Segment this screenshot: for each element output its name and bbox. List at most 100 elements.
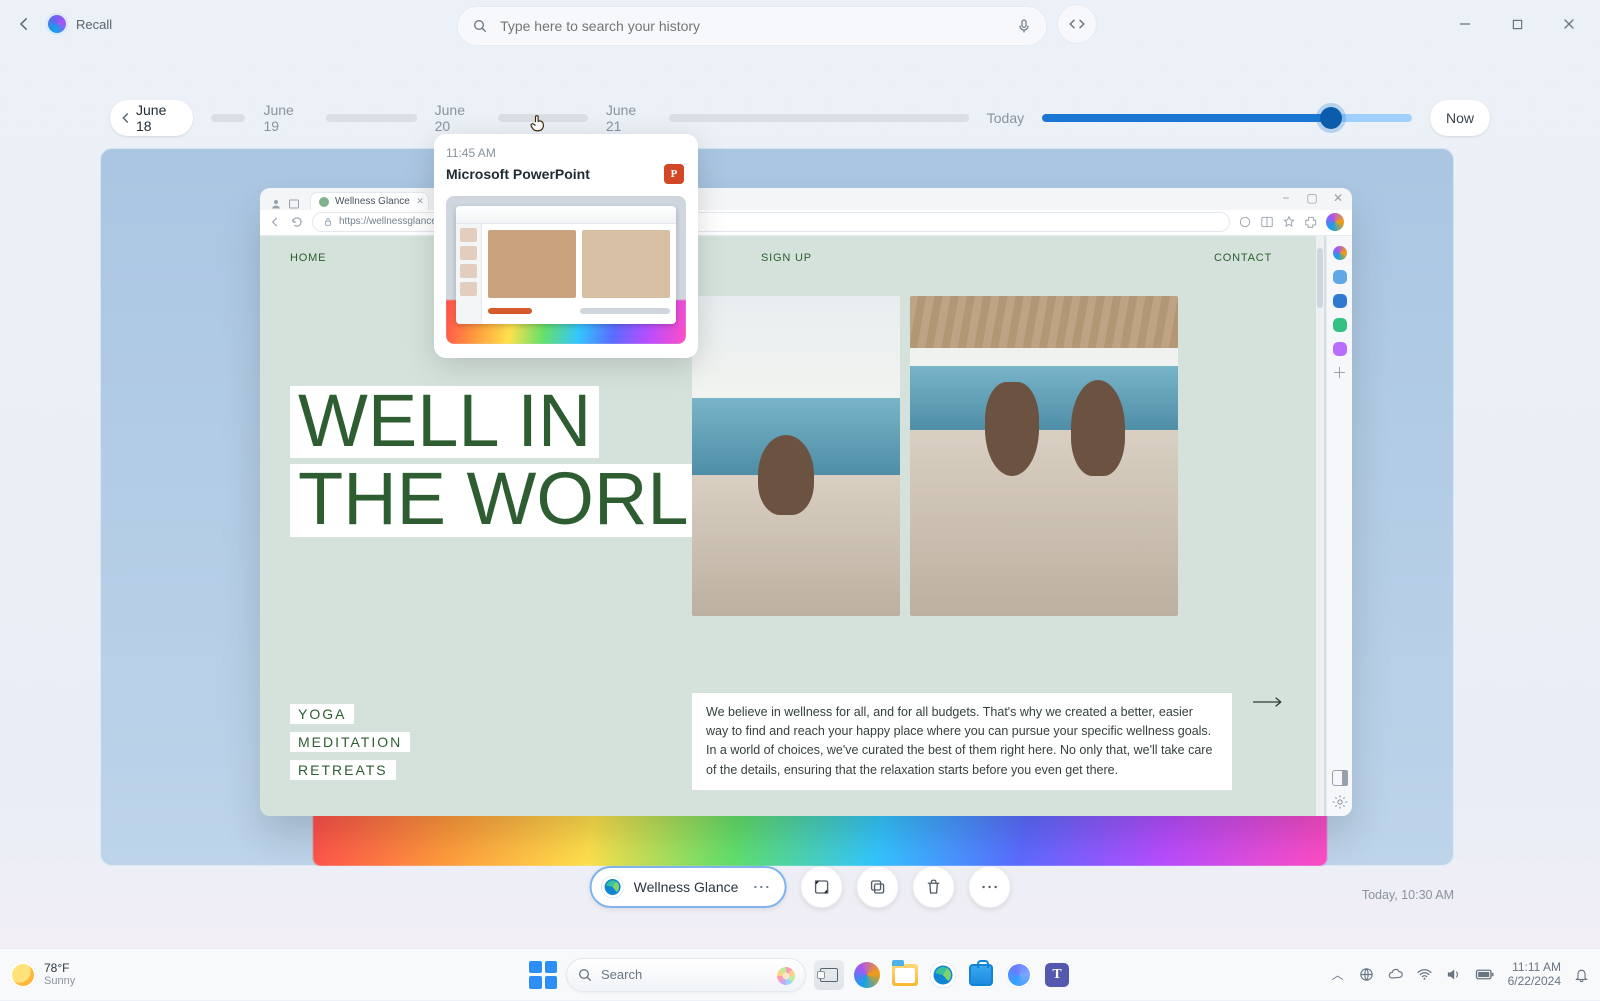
- site-nav-home: HOME: [290, 252, 326, 274]
- copy-button[interactable]: [856, 866, 898, 908]
- battery-icon[interactable]: [1474, 966, 1496, 983]
- scrollbar: [1316, 236, 1324, 816]
- dev-toggle-button[interactable]: [1057, 4, 1097, 44]
- timeline-now-button[interactable]: Now: [1430, 100, 1490, 136]
- copilot-icon: [1333, 246, 1347, 260]
- close-button[interactable]: [1546, 7, 1592, 41]
- history-search-input[interactable]: [498, 17, 1006, 35]
- timeline-segment[interactable]: [498, 114, 588, 122]
- timeline-hover-card[interactable]: 11:45 AM Microsoft PowerPoint P: [434, 134, 698, 358]
- minimize-button[interactable]: [1442, 7, 1488, 41]
- snapshot-frame: − ▢ ✕ Wellness Glance ✕ https://wellness…: [100, 148, 1454, 866]
- system-tray[interactable]: ︿ 11:11 AM 6/22/2024: [1330, 949, 1590, 1001]
- task-view-button[interactable]: [814, 960, 844, 990]
- notifications-icon[interactable]: [1573, 966, 1590, 983]
- timeline-date-1: June 19: [263, 102, 308, 134]
- search-icon: [577, 967, 593, 983]
- open-in-app-label: Wellness Glance: [634, 879, 739, 895]
- browser-toolbar-icons: [1238, 213, 1344, 231]
- timeline-date-2: June 20: [435, 102, 480, 134]
- hover-card-time: 11:45 AM: [446, 146, 686, 160]
- snapshot-timestamp: Today, 10:30 AM: [1362, 888, 1454, 902]
- timeline[interactable]: June 18 June 19 June 20 June 21 Today No…: [110, 96, 1490, 140]
- titlebar: Recall: [0, 0, 1600, 48]
- teams-taskbar-button[interactable]: [1042, 960, 1072, 990]
- recall-taskbar-button[interactable]: [1004, 960, 1034, 990]
- timeline-today-track[interactable]: [1042, 114, 1412, 122]
- timeline-segment[interactable]: [326, 114, 416, 122]
- window-controls: [1442, 7, 1592, 41]
- taskbar[interactable]: 78°F Sunny Search ︿ 11:11 AM 6/22/2024: [0, 948, 1600, 1000]
- back-button[interactable]: [4, 4, 44, 44]
- app-title: Recall: [76, 17, 112, 32]
- store-taskbar-button[interactable]: [966, 960, 996, 990]
- browser-address-bar: https://wellnessglance.com: [260, 210, 1352, 236]
- site-body: We believe in wellness for all, and for …: [692, 693, 1284, 791]
- sidebar-app-icon: [1333, 270, 1347, 284]
- open-in-app-button[interactable]: Wellness Glance ⋯: [590, 866, 787, 908]
- search-icon: [472, 18, 488, 34]
- captured-window-controls: − ▢ ✕: [1278, 190, 1346, 206]
- site-tags: YOGA MEDITATION RETREATS: [290, 704, 410, 780]
- more-actions-button[interactable]: [968, 866, 1010, 908]
- taskbar-weather[interactable]: 78°F Sunny: [10, 949, 75, 1001]
- site-tag: MEDITATION: [290, 732, 410, 752]
- wifi-icon[interactable]: [1416, 966, 1433, 983]
- max-icon: ▢: [1304, 190, 1320, 206]
- timeline-date-3: June 21: [606, 102, 651, 134]
- edge-sidebar-bottom: [1332, 770, 1348, 810]
- profile-icon: [266, 198, 304, 210]
- history-search[interactable]: [457, 6, 1047, 46]
- browser-tabstrip: Wellness Glance ✕: [260, 188, 1352, 210]
- timeline-date-chip[interactable]: June 18: [110, 100, 193, 136]
- screenshot-button[interactable]: [800, 866, 842, 908]
- delete-button[interactable]: [912, 866, 954, 908]
- captured-browser-window: − ▢ ✕ Wellness Glance ✕ https://wellness…: [260, 188, 1352, 816]
- copilot-taskbar-button[interactable]: [852, 960, 882, 990]
- arrow-right-icon: [1252, 695, 1284, 709]
- start-button[interactable]: [528, 960, 558, 990]
- volume-icon[interactable]: [1445, 966, 1462, 983]
- tray-overflow-icon[interactable]: ︿: [1330, 966, 1346, 983]
- tab-favicon-icon: [319, 197, 329, 207]
- settings-icon: [1332, 794, 1348, 810]
- taskbar-center: Search: [528, 958, 1072, 992]
- headline-line-1: WELL IN: [290, 386, 599, 458]
- close-icon: ✕: [1330, 190, 1346, 206]
- site-tag: RETREATS: [290, 760, 396, 780]
- chevron-left-icon: [118, 110, 134, 126]
- outlook-icon: [1333, 294, 1347, 308]
- taskbar-search[interactable]: Search: [566, 958, 806, 992]
- edge-taskbar-button[interactable]: [928, 960, 958, 990]
- taskbar-clock[interactable]: 11:11 AM 6/22/2024: [1508, 961, 1561, 989]
- timeline-segment[interactable]: [669, 114, 969, 122]
- tab-close-icon: ✕: [416, 196, 424, 207]
- timeline-progress: [1042, 114, 1331, 122]
- lock-icon: [323, 217, 333, 227]
- captured-website: HOME SIGN UP CONTACT WELL IN THE WORLD Y: [260, 236, 1326, 816]
- site-photo-meditation: [692, 296, 900, 616]
- weather-condition: Sunny: [44, 975, 75, 987]
- earth-icon[interactable]: [1358, 966, 1375, 983]
- browser-back-icon: [268, 215, 282, 229]
- add-sidebar-app-icon: ＋: [1332, 366, 1347, 381]
- timeline-date-0: June 18: [136, 102, 179, 134]
- file-explorer-button[interactable]: [890, 960, 920, 990]
- site-body-copy: We believe in wellness for all, and for …: [692, 693, 1232, 791]
- onedrive-icon[interactable]: [1387, 966, 1404, 983]
- mic-icon[interactable]: [1016, 17, 1032, 35]
- snapshot-actions: Wellness Glance ⋯: [590, 866, 1011, 908]
- timeline-playhead[interactable]: [1320, 107, 1342, 129]
- min-icon: −: [1278, 190, 1294, 206]
- split-icon: [1260, 215, 1274, 229]
- hover-card-app-name: Microsoft PowerPoint: [446, 166, 590, 182]
- favorite-icon: [1282, 215, 1296, 229]
- hover-card-thumbnail: [446, 196, 686, 344]
- taskbar-search-placeholder: Search: [601, 967, 642, 982]
- more-icon[interactable]: ⋯: [752, 877, 772, 898]
- extensions-icon: [1304, 215, 1318, 229]
- search-highlight-icon: [773, 963, 799, 989]
- timeline-segment[interactable]: [211, 114, 245, 122]
- maximize-button[interactable]: [1494, 7, 1540, 41]
- site-headline: WELL IN THE WORLD: [290, 386, 750, 537]
